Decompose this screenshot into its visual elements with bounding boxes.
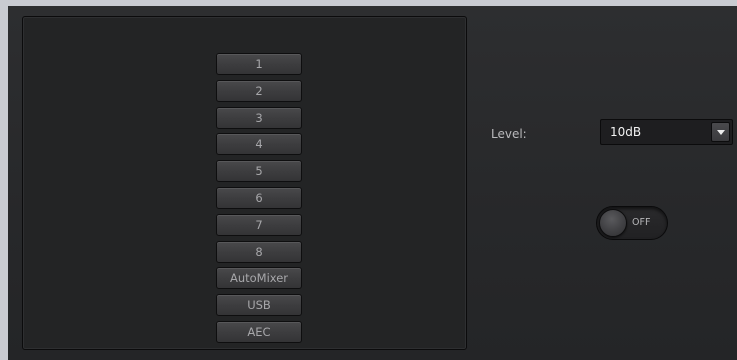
toggle-state-label: OFF [632, 217, 651, 228]
level-value: 10dB [610, 125, 642, 139]
channel-button-7[interactable]: 7 [216, 213, 302, 236]
toggle-knob [599, 209, 627, 237]
chevron-down-icon [717, 130, 725, 135]
level-select[interactable]: 10dB [600, 119, 733, 145]
app-window: 1 2 3 4 5 6 7 8 AutoMixer USB AEC Level:… [8, 6, 737, 360]
channel-routing-panel: 1 2 3 4 5 6 7 8 AutoMixer USB AEC [22, 16, 467, 350]
channel-button-3[interactable]: 3 [216, 106, 302, 129]
channel-list: 1 2 3 4 5 6 7 8 AutoMixer USB AEC [216, 53, 302, 348]
channel-button-aec[interactable]: AEC [216, 320, 302, 343]
channel-button-2[interactable]: 2 [216, 79, 302, 102]
channel-button-1[interactable]: 1 [216, 53, 302, 75]
dropdown-button[interactable] [711, 122, 730, 142]
channel-button-6[interactable]: 6 [216, 186, 302, 209]
channel-button-4[interactable]: 4 [216, 133, 302, 156]
channel-button-5[interactable]: 5 [216, 160, 302, 183]
power-toggle[interactable]: OFF [596, 206, 668, 240]
level-label: Level: [491, 127, 527, 141]
channel-button-automixer[interactable]: AutoMixer [216, 267, 302, 290]
channel-button-usb[interactable]: USB [216, 294, 302, 317]
channel-button-8[interactable]: 8 [216, 240, 302, 263]
